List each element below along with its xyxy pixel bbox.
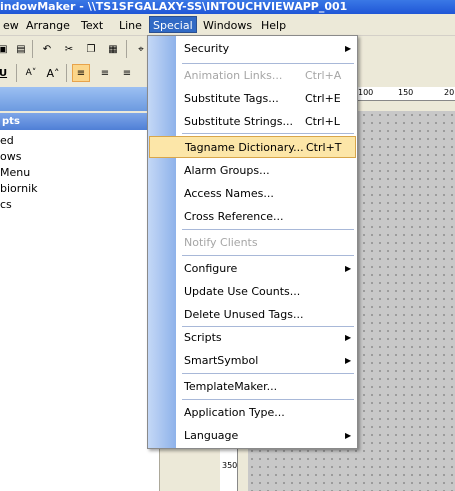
- menu-item-templatemaker[interactable]: TemplateMaker...: [149, 376, 356, 398]
- align-left-icon[interactable]: ≡: [72, 64, 90, 82]
- menu-item-label: Cross Reference...: [184, 210, 284, 223]
- menu-item-alarm-groups[interactable]: Alarm Groups...: [149, 160, 356, 182]
- top-ruler: 100 150 20: [358, 87, 455, 101]
- menu-item-smartsymbol[interactable]: SmartSymbol ▶: [149, 350, 356, 372]
- font-smaller-icon[interactable]: A˅: [22, 64, 40, 82]
- menu-item-language[interactable]: Language ▶: [149, 425, 356, 447]
- toolbar-separator: [126, 40, 127, 58]
- menu-item-substitute-tags[interactable]: Substitute Tags... Ctrl+E: [149, 88, 356, 110]
- paste-icon[interactable]: ▦: [104, 40, 122, 58]
- ruler-label: 20: [444, 88, 455, 97]
- menu-windows[interactable]: Windows: [200, 17, 255, 34]
- menu-item-shortcut: Ctrl+L: [305, 115, 340, 128]
- menu-item-tagname-dictionary[interactable]: Tagname Dictionary... Ctrl+T: [149, 136, 356, 158]
- special-menu: Security ▶ Animation Links... Ctrl+A Sub…: [147, 35, 358, 449]
- menu-item-label: Alarm Groups...: [184, 164, 270, 177]
- align-right-icon[interactable]: ≡: [118, 64, 136, 82]
- panel-header-label: pts: [2, 116, 20, 127]
- menu-item-label: Configure: [184, 262, 238, 275]
- menu-separator: [182, 373, 354, 374]
- align-center-icon[interactable]: ≡: [96, 64, 114, 82]
- menu-item-security[interactable]: Security ▶: [149, 38, 356, 60]
- menu-item-shortcut: Ctrl+A: [305, 69, 342, 82]
- ruler-label: 100: [358, 88, 374, 97]
- list-item[interactable]: ows: [0, 149, 21, 164]
- list-item[interactable]: Menu: [0, 165, 30, 180]
- menu-help[interactable]: Help: [258, 17, 289, 34]
- submenu-arrow-icon: ▶: [345, 264, 352, 273]
- menu-special[interactable]: Special: [149, 16, 197, 33]
- ruler-label: 150: [398, 88, 414, 97]
- menu-item-label: SmartSymbol: [184, 354, 259, 367]
- toolbar-separator: [66, 64, 67, 82]
- menu-item-animation-links[interactable]: Animation Links... Ctrl+A: [149, 65, 356, 87]
- menu-item-label: Security: [184, 42, 230, 55]
- standard-toolbar: ▣ ▤ ↶ ✂ ❐ ▦ ⌖: [0, 37, 160, 61]
- undo-icon[interactable]: ↶: [38, 40, 56, 58]
- menu-item-label: Animation Links...: [184, 69, 283, 82]
- window-title: indowMaker - \\TS1SFGALAXY-SS\INTOUCHVIE…: [0, 0, 348, 13]
- menu-line[interactable]: Line: [116, 17, 145, 34]
- menu-item-shortcut: Ctrl+E: [305, 92, 341, 105]
- menu-arrange[interactable]: Arrange: [23, 17, 73, 34]
- menu-item-label: Substitute Tags...: [184, 92, 279, 105]
- menu-item-scripts[interactable]: Scripts ▶: [149, 327, 356, 349]
- menu-item-substitute-strings[interactable]: Substitute Strings... Ctrl+L: [149, 111, 356, 133]
- menu-item-label: Language: [184, 429, 239, 442]
- panel-toolbar-strip: [0, 87, 160, 111]
- menu-item-notify-clients[interactable]: Notify Clients: [149, 232, 356, 254]
- menu-item-label: Application Type...: [184, 406, 285, 419]
- windows-panel: ed ows Menu biornik cs: [0, 130, 160, 491]
- menu-separator: [182, 229, 354, 230]
- menu-item-label: Substitute Strings...: [184, 115, 293, 128]
- menu-item-label: Delete Unused Tags...: [184, 308, 304, 321]
- underline-icon[interactable]: U: [0, 64, 12, 82]
- menu-separator: [182, 255, 354, 256]
- menu-item-cross-reference[interactable]: Cross Reference...: [149, 206, 356, 228]
- ruler-label: 350: [222, 461, 238, 470]
- menu-item-update-use-counts[interactable]: Update Use Counts...: [149, 281, 356, 303]
- menu-item-label: TemplateMaker...: [184, 380, 278, 393]
- menu-item-application-type[interactable]: Application Type...: [149, 402, 356, 424]
- copy-icon[interactable]: ❐: [82, 40, 100, 58]
- submenu-arrow-icon: ▶: [345, 44, 352, 53]
- windows-panel-header: pts: [0, 113, 160, 130]
- toolbar-separator: [16, 64, 17, 82]
- menu-item-label: Update Use Counts...: [184, 285, 301, 298]
- submenu-arrow-icon: ▶: [345, 356, 352, 365]
- submenu-arrow-icon: ▶: [345, 333, 352, 342]
- cut-icon[interactable]: ✂: [60, 40, 78, 58]
- menu-separator: [182, 399, 354, 400]
- menu-item-access-names[interactable]: Access Names...: [149, 183, 356, 205]
- menu-item-shortcut: Ctrl+T: [306, 141, 342, 154]
- menu-view[interactable]: ew: [0, 17, 22, 34]
- menu-item-label: Notify Clients: [184, 236, 258, 249]
- list-item[interactable]: cs: [0, 197, 12, 212]
- font-larger-icon[interactable]: A˄: [44, 64, 62, 82]
- submenu-arrow-icon: ▶: [345, 431, 352, 440]
- menu-text[interactable]: Text: [78, 17, 106, 34]
- save-icon[interactable]: ▣: [0, 40, 12, 58]
- list-item[interactable]: biornik: [0, 181, 38, 196]
- menu-item-configure[interactable]: Configure ▶: [149, 258, 356, 280]
- save-all-icon[interactable]: ▤: [12, 40, 30, 58]
- list-item[interactable]: ed: [0, 133, 14, 148]
- menu-item-label: Tagname Dictionary...: [185, 141, 304, 154]
- menu-separator: [182, 133, 354, 134]
- menu-bar: ew Arrange Text Line Special Windows Hel…: [0, 14, 455, 36]
- format-toolbar: U A˅ A˄ ≡ ≡ ≡: [0, 61, 160, 85]
- toolbar-separator: [32, 40, 33, 58]
- menu-item-label: Scripts: [184, 331, 222, 344]
- menu-item-delete-unused-tags[interactable]: Delete Unused Tags...: [149, 304, 356, 326]
- menu-separator: [182, 63, 354, 64]
- menu-item-label: Access Names...: [184, 187, 274, 200]
- title-bar: indowMaker - \\TS1SFGALAXY-SS\INTOUCHVIE…: [0, 0, 455, 14]
